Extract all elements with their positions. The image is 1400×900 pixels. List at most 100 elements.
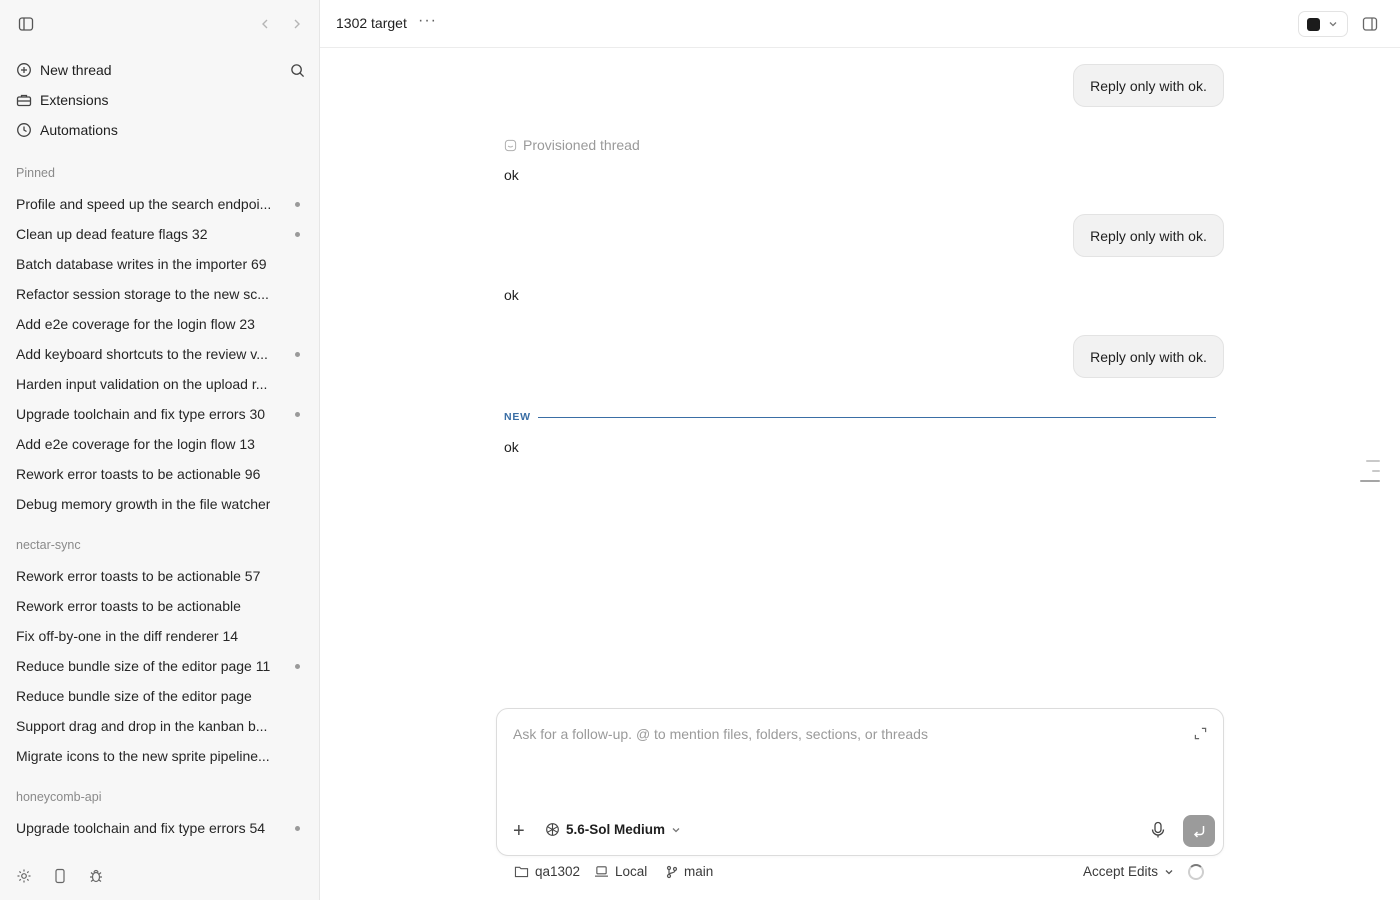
thread-title: Add e2e coverage for the login flow 13 xyxy=(16,436,255,452)
new-thread-button[interactable]: New thread xyxy=(16,59,112,81)
extensions-label: Extensions xyxy=(40,92,109,108)
thread-title: Upgrade toolchain and fix type errors 54 xyxy=(16,820,266,836)
thread-list-item[interactable]: Upgrade toolchain and fix type errors 54 xyxy=(16,817,306,839)
edit-mode-selector[interactable]: Accept Edits xyxy=(1083,864,1174,879)
user-message: Reply only with ok. xyxy=(1073,335,1224,378)
section-label-pinned: Pinned xyxy=(16,166,55,180)
thread-list-item[interactable]: Reduce bundle size of the editor page 11 xyxy=(16,655,306,677)
thread-title: Rework error toasts to be actionable 57 xyxy=(16,568,261,584)
thread-list-item[interactable]: Fix off-by-one in the diff renderer 14 xyxy=(16,625,306,647)
bug-icon[interactable] xyxy=(86,866,106,886)
thread-title: Debug memory growth in the file watcher xyxy=(16,496,271,512)
thread-list-item[interactable]: Add keyboard shortcuts to the review v..… xyxy=(16,343,306,365)
back-arrow-icon[interactable] xyxy=(255,14,275,34)
composer-input[interactable]: Ask for a follow-up. @ to mention files,… xyxy=(513,726,928,742)
folder-icon xyxy=(514,866,529,878)
extensions-button[interactable]: Extensions xyxy=(16,89,108,111)
thread-list-item[interactable]: Add e2e coverage for the login flow 23 xyxy=(16,313,306,335)
thread-icon xyxy=(504,139,517,151)
thread-list-item[interactable]: Support drag and drop in the kanban b... xyxy=(16,715,306,737)
thread-list-item[interactable]: Clean up dead feature flags 32 xyxy=(16,223,306,245)
thread-list-item[interactable]: Reduce bundle size of the editor page xyxy=(16,685,306,707)
thread-title: Reduce bundle size of the editor page xyxy=(16,688,252,704)
thread-title: Fix off-by-one in the diff renderer 14 xyxy=(16,628,239,644)
assistant-message: ok xyxy=(504,167,519,183)
thread-title: Upgrade toolchain and fix type errors 30 xyxy=(16,406,266,422)
model-selector[interactable]: 5.6-Sol Medium xyxy=(545,822,681,837)
thread-title: Harden input validation on the upload r.… xyxy=(16,376,268,392)
expand-icon[interactable] xyxy=(1194,727,1207,743)
unread-indicator xyxy=(295,231,300,237)
provisioned-thread-label: Provisioned thread xyxy=(523,137,640,153)
settings-gear-icon[interactable] xyxy=(14,866,34,886)
thread-list-item[interactable]: Rework error toasts to be actionable 96 xyxy=(16,463,306,485)
automations-button[interactable]: Automations xyxy=(16,119,118,141)
thread-list-item[interactable]: Debug memory growth in the file watcher xyxy=(16,493,306,515)
folder-selector[interactable]: qa1302 xyxy=(514,864,580,879)
model-logo-icon xyxy=(546,823,559,836)
thread-list-item[interactable]: Add e2e coverage for the login flow 13 xyxy=(16,433,306,455)
chevron-down-icon xyxy=(1329,22,1337,27)
new-messages-divider: NEW xyxy=(504,410,1216,424)
app-logo-icon xyxy=(1307,17,1320,31)
thread-list-item[interactable]: Upgrade toolchain and fix type errors 30 xyxy=(16,403,306,425)
edit-mode-label: Accept Edits xyxy=(1083,864,1159,879)
model-label: 5.6-Sol Medium xyxy=(566,822,666,837)
thread-list-item[interactable]: Harden input validation on the upload r.… xyxy=(16,373,306,395)
git-branch-icon xyxy=(666,865,678,878)
thread-title: Support drag and drop in the kanban b... xyxy=(16,718,268,734)
automations-label: Automations xyxy=(40,122,118,138)
environment-selector[interactable]: Local xyxy=(594,864,647,879)
more-options-button[interactable]: ··· xyxy=(418,12,437,30)
branch-selector[interactable]: main xyxy=(666,864,713,879)
unread-indicator xyxy=(295,663,300,669)
section-label-honeycomb-api: honeycomb-api xyxy=(16,790,102,804)
plus-circle-icon xyxy=(17,63,31,77)
folder-label: qa1302 xyxy=(535,864,581,879)
thread-title: Rework error toasts to be actionable xyxy=(16,598,241,614)
thread-list-item[interactable]: Migrate icons to the new sprite pipeline… xyxy=(16,745,306,767)
forward-arrow-icon[interactable] xyxy=(287,14,307,34)
sidebar: New thread Extensions Automations Pinned… xyxy=(0,0,320,900)
composer-footer: qa1302 Local main Accept Edits xyxy=(496,862,1224,884)
thread-title: Rework error toasts to be actionable 96 xyxy=(16,466,261,482)
toolbox-icon xyxy=(16,94,32,107)
provisioned-thread-note: Provisioned thread xyxy=(504,137,640,153)
unread-indicator xyxy=(295,351,300,357)
thread-title: Migrate icons to the new sprite pipeline… xyxy=(16,748,270,764)
thread-list-item[interactable]: Profile and speed up the search endpoi..… xyxy=(16,193,306,215)
thread-title: Add e2e coverage for the login flow 23 xyxy=(16,316,255,332)
laptop-icon xyxy=(595,866,608,877)
chevron-down-icon xyxy=(1165,869,1173,874)
thread-list-item[interactable]: Rework error toasts to be actionable xyxy=(16,595,306,617)
add-attachment-button[interactable]: + xyxy=(513,821,525,841)
sidebar-toggle-icon[interactable] xyxy=(16,14,36,34)
unread-indicator xyxy=(295,825,300,831)
environment-label: Local xyxy=(615,864,648,879)
user-message: Reply only with ok. xyxy=(1073,214,1224,257)
composer[interactable]: Ask for a follow-up. @ to mention files,… xyxy=(496,708,1224,856)
microphone-icon[interactable] xyxy=(1151,821,1165,842)
section-label-nectar-sync: nectar-sync xyxy=(16,538,81,552)
divider-line xyxy=(538,417,1216,418)
mobile-device-icon[interactable] xyxy=(50,866,70,886)
send-button[interactable] xyxy=(1183,815,1215,847)
send-arrow-icon xyxy=(1193,826,1205,838)
thread-list-item[interactable]: Rework error toasts to be actionable 57 xyxy=(16,565,306,587)
right-panel-toggle-icon[interactable] xyxy=(1360,14,1380,34)
search-icon[interactable] xyxy=(287,60,307,80)
thread-list-item[interactable]: Refactor session storage to the new sc..… xyxy=(16,283,306,305)
sidebar-header xyxy=(0,0,319,48)
scroll-minimap[interactable] xyxy=(1360,460,1380,490)
app-selector-button[interactable] xyxy=(1298,11,1348,37)
sidebar-footer xyxy=(0,850,320,900)
thread-title: Clean up dead feature flags 32 xyxy=(16,226,208,242)
clock-icon xyxy=(17,123,31,137)
unread-indicator xyxy=(295,201,300,207)
thread-title: Profile and speed up the search endpoi..… xyxy=(16,196,272,212)
thread-title: Add keyboard shortcuts to the review v..… xyxy=(16,346,268,362)
loading-spinner-icon xyxy=(1188,864,1204,880)
chevron-down-icon xyxy=(672,827,680,832)
thread-list-item[interactable]: Batch database writes in the importer 69 xyxy=(16,253,306,275)
thread-title: Batch database writes in the importer 69 xyxy=(16,256,267,272)
